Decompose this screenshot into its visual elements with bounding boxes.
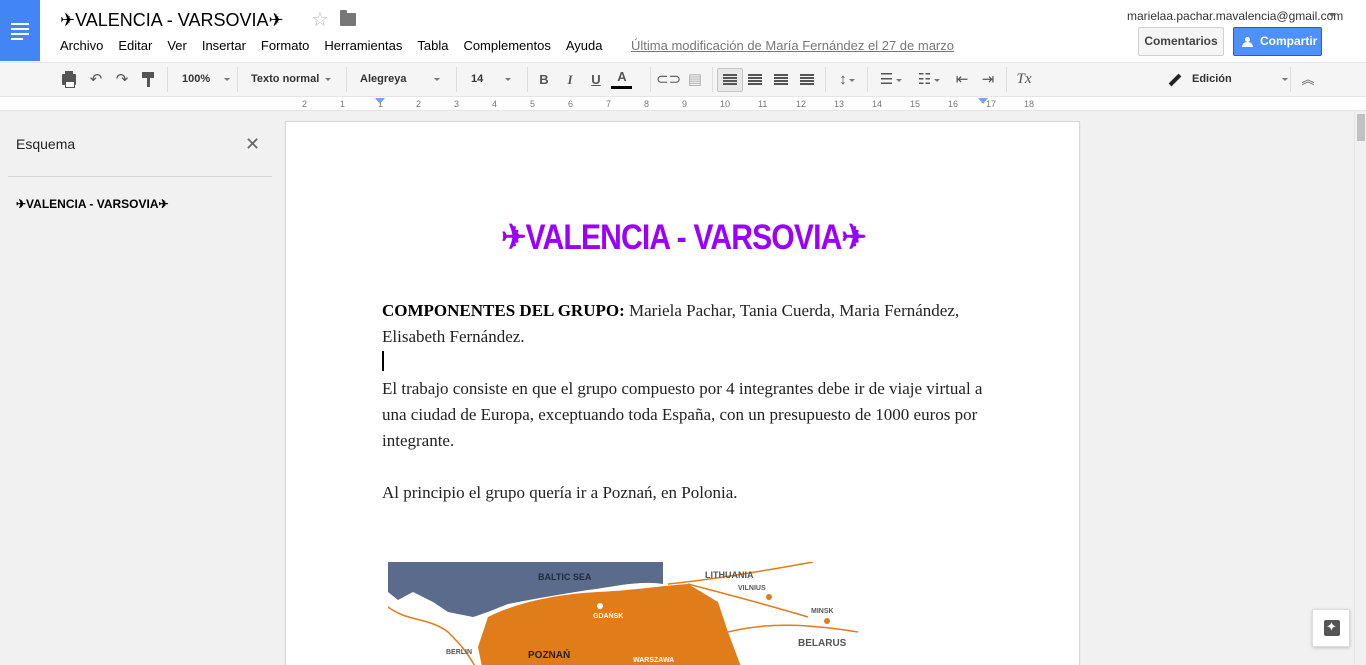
print-icon[interactable] [62,71,76,88]
share-button-label: Compartir [1260,34,1318,48]
underline-button[interactable]: U [585,63,607,96]
menu-ver[interactable]: Ver [167,38,187,53]
description-paragraph: El trabajo consiste en que el grupo comp… [382,379,983,450]
scrollbar-thumb[interactable] [1357,114,1365,141]
explore-icon [1324,619,1340,636]
horizontal-ruler: 2 1 1 2 3 4 5 6 7 8 9 10 11 12 13 14 15 16 17 18 [0,97,1366,111]
account-email[interactable]: marielaa.pachar.mavalencia@gmail.com [1127,9,1343,23]
pencil-icon [1169,74,1182,86]
folder-icon[interactable] [340,10,356,26]
ruler-tick: 13 [834,99,845,109]
menu-formato[interactable]: Formato [261,38,309,53]
docs-home-icon[interactable] [0,0,40,61]
redo-icon[interactable]: ↷ [111,63,133,96]
ruler-tick: 11 [758,99,768,109]
poland-map-image[interactable]: BALTIC SEA LITHUANIA VILNIUS GDAŃSK MINS… [388,562,868,665]
comments-button[interactable]: Comentarios [1138,27,1224,56]
last-edit-link[interactable]: Última modificación de María Fernández e… [631,38,954,53]
align-left-icon[interactable] [723,74,737,85]
city-dot-minsk [824,618,830,624]
document-title[interactable]: ✈VALENCIA - VARSOVIA✈ [60,10,284,31]
document-heading: ✈VALENCIA - VARSOVIA✈ [501,218,866,257]
close-icon[interactable]: ✕ [245,135,260,153]
link-icon[interactable]: ⊂⊃ [656,63,681,96]
explore-button[interactable] [1312,609,1350,647]
increase-indent-icon[interactable]: ⇥ [977,63,999,96]
ruler-tick: 7 [606,99,612,109]
map-label-poznan: POZNAŃ [528,650,571,661]
ruler-tick: 3 [454,99,460,109]
components-label: COMPONENTES DEL GRUPO: [382,301,625,320]
align-justify-icon[interactable] [800,74,814,85]
ruler-tick: 18 [1024,99,1035,109]
map-label-gdansk: GDAŃSK [593,613,624,620]
italic-button[interactable]: I [559,63,581,96]
menu-editar[interactable]: Editar [118,38,152,53]
left-indent-marker[interactable] [375,98,385,104]
ruler-tick: 12 [796,99,807,109]
map-label-minsk: MINSK [811,608,834,615]
align-center-icon[interactable] [748,74,762,85]
menu-ayuda[interactable]: Ayuda [566,38,603,53]
ruler-tick: 6 [568,99,574,109]
ruler-tick: 16 [948,99,959,109]
formatting-toolbar: ↶ ↷ 100% Texto normal Alegreya 14 B I U … [0,62,1366,97]
bold-button[interactable]: B [533,63,555,96]
destination-paragraph: Al principio el grupo quería ir a Poznań… [382,483,738,502]
menu-bar: Archivo Editar Ver Insertar Formato Herr… [60,38,618,53]
ruler-tick: 4 [492,99,498,109]
bulleted-list-icon[interactable]: ☷ [913,63,945,96]
decrease-indent-icon[interactable]: ⇤ [951,63,973,96]
align-right-icon[interactable] [774,74,788,85]
star-icon[interactable]: ☆ [311,10,329,30]
menu-archivo[interactable]: Archivo [60,38,103,53]
collapse-menu-icon[interactable]: ︽ [1297,63,1319,96]
numbered-list-icon[interactable]: ☰ [875,63,907,96]
clear-formatting-icon[interactable]: Tx [1013,63,1035,96]
paragraph-style-select[interactable]: Texto normal [251,63,332,96]
vertical-scrollbar[interactable] [1354,111,1366,665]
city-dot-vilnius [766,594,772,600]
undo-icon[interactable]: ↶ [85,63,107,96]
ruler-tick: 10 [720,99,731,109]
share-button[interactable]: Compartir [1233,27,1322,56]
map-label-lithuania: LITHUANIA [705,570,754,580]
map-label-vilnius: VILNIUS [738,585,766,592]
map-label-berlin: BERLIN [446,649,473,656]
docs-header: ✈VALENCIA - VARSOVIA✈ ☆ Archivo Editar V… [0,0,1366,62]
line-spacing-icon[interactable]: ↕ [833,63,861,96]
ruler-tick: 5 [530,99,536,109]
text-cursor [382,351,384,371]
font-size-select[interactable]: 14 [471,63,512,96]
font-family-select[interactable]: Alegreya [360,63,441,96]
map-label-warszawa: WARSZAWA [633,657,675,664]
ruler-tick: 15 [910,99,921,109]
comment-icon[interactable]: ▤ [684,63,706,96]
components-paragraph: COMPONENTES DEL GRUPO: Mariela Pachar, T… [382,298,992,350]
ruler-tick: 14 [872,99,883,109]
menu-herramientas[interactable]: Herramientas [324,38,402,53]
menu-complementos[interactable]: Complementos [463,38,550,53]
map-label-belarus: BELARUS [798,638,847,649]
document-page[interactable]: ✈VALENCIA - VARSOVIA✈ COMPONENTES DEL GR… [285,121,1080,665]
right-indent-marker[interactable] [978,98,988,104]
mode-select[interactable]: Edición [1192,63,1288,96]
ruler-tick: 1 [340,99,346,109]
ruler-tick: 2 [302,99,308,109]
document-outline-panel: Esquema ✕ ✈VALENCIA - VARSOVIA✈ [0,111,284,665]
city-dot-gdansk [597,603,603,609]
ruler-tick: 2 [416,99,422,109]
account-dropdown-icon[interactable] [1328,13,1336,17]
text-color-swatch [611,86,632,89]
zoom-select[interactable]: 100% [182,63,231,96]
outline-item[interactable]: ✈VALENCIA - VARSOVIA✈ [16,197,169,211]
outline-title: Esquema [16,136,76,152]
ruler-tick: 9 [682,99,688,109]
menu-insertar[interactable]: Insertar [202,38,246,53]
map-label-baltic-sea: BALTIC SEA [538,572,592,582]
ruler-tick: 8 [644,99,650,109]
person-add-icon [1242,37,1254,47]
paint-format-icon[interactable] [142,72,154,87]
menu-tabla[interactable]: Tabla [417,38,448,53]
